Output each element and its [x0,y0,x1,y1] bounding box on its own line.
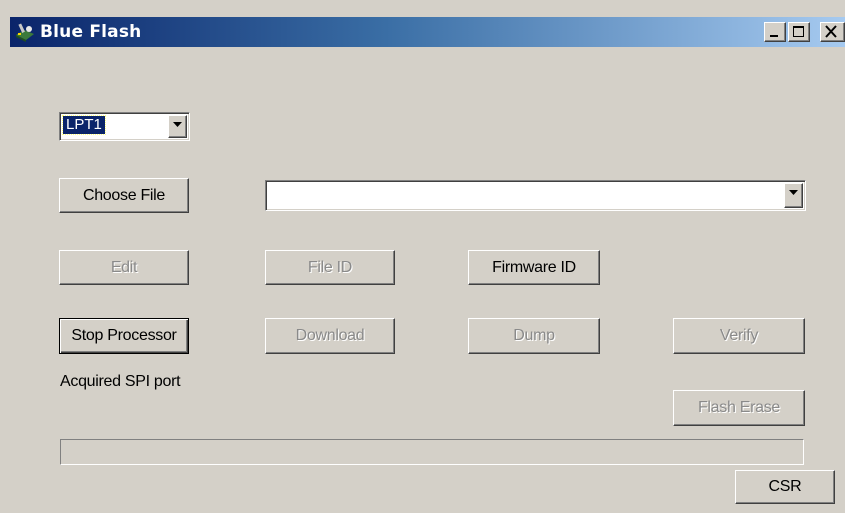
chevron-down-icon [789,190,798,195]
close-button[interactable] [820,22,845,42]
choose-file-button[interactable]: Choose File [59,178,189,213]
port-select[interactable]: LPT1 [59,112,190,141]
port-select-value: LPT1 [62,115,106,135]
edit-button[interactable]: Edit [59,250,189,285]
flash-erase-button[interactable]: Flash Erase [673,390,805,426]
minimize-icon [770,35,778,37]
chevron-down-icon [173,122,182,127]
file-id-button[interactable]: File ID [265,250,395,285]
app-icon [14,21,36,43]
window-title: Blue Flash [40,22,142,42]
minimize-button[interactable] [764,22,786,42]
firmware-id-button[interactable]: Firmware ID [468,250,600,285]
status-message: Acquired SPI port [60,373,181,390]
progress-bar [60,439,804,465]
title-bar[interactable]: Blue Flash [10,17,845,47]
csr-button[interactable]: CSR [735,470,835,504]
port-dropdown-button[interactable] [168,115,187,138]
stop-processor-button[interactable]: Stop Processor [59,318,189,354]
close-icon [825,25,837,38]
maximize-icon [793,26,804,37]
file-path-combobox[interactable] [265,180,806,211]
file-path-dropdown-button[interactable] [784,183,803,208]
dump-button[interactable]: Dump [468,318,600,354]
download-button[interactable]: Download [265,318,395,354]
maximize-button[interactable] [788,22,810,42]
verify-button[interactable]: Verify [673,318,805,354]
